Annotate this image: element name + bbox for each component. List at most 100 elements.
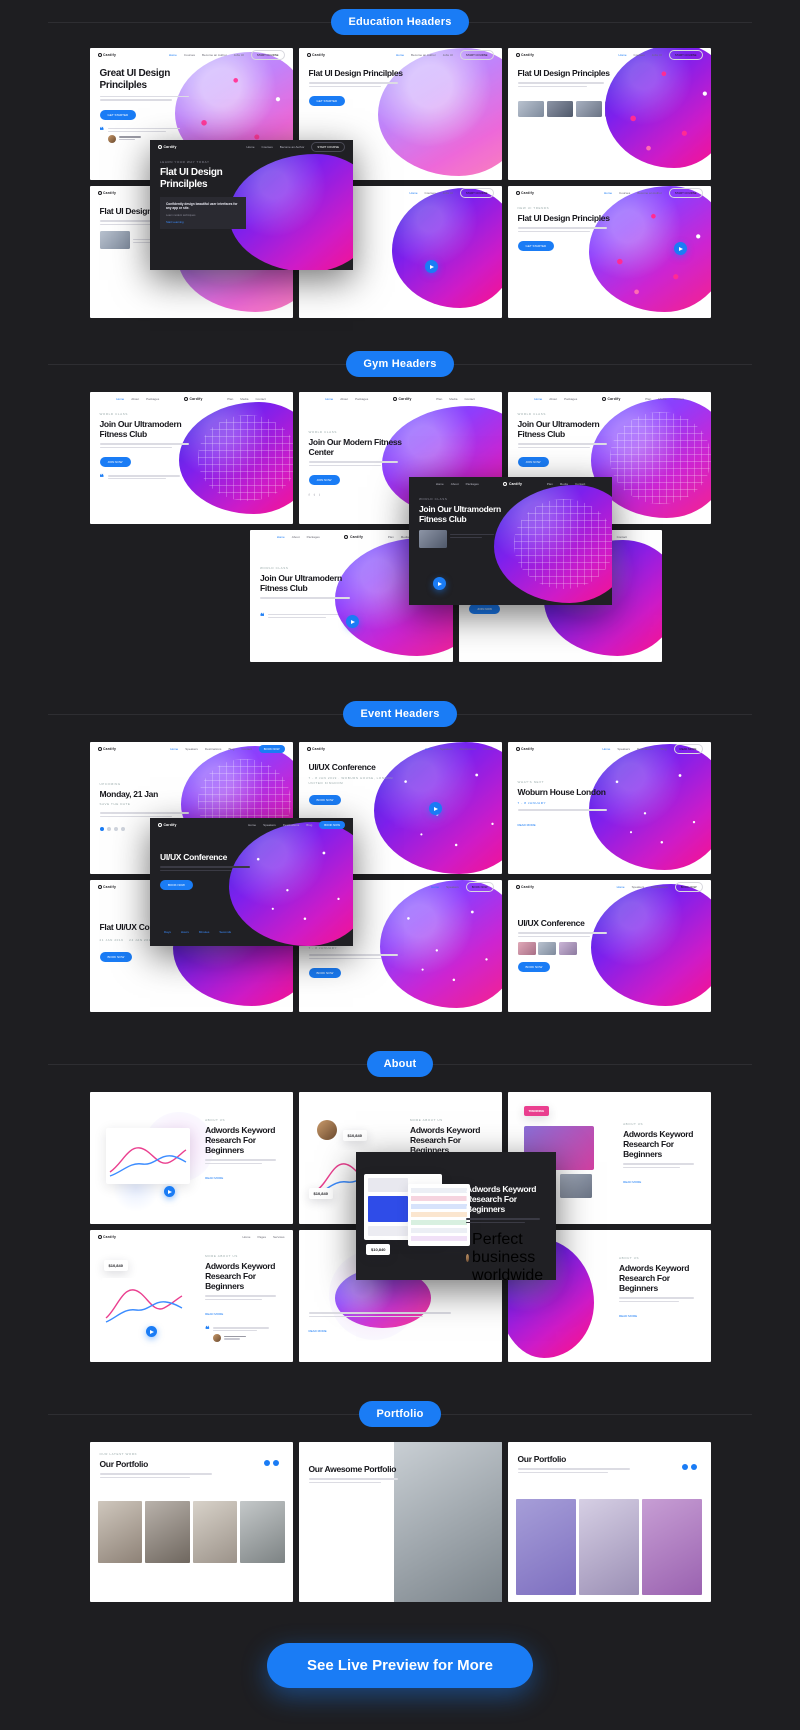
carousel-dot[interactable] [272,1460,279,1466]
video-play-button[interactable] [433,577,446,590]
nav-link[interactable]: Media [449,397,457,401]
nav-link[interactable]: Services [273,1235,285,1239]
nav-link[interactable]: Home [242,1235,250,1239]
nav-link[interactable]: About [292,535,300,539]
nav-link[interactable]: Contact [483,747,493,751]
card-portfolio-3[interactable]: Our Portfolio [507,1442,711,1602]
nav-link[interactable]: Become an Author [280,145,305,149]
nav-link[interactable]: Contact [464,397,474,401]
carousel-dot[interactable] [263,1460,270,1466]
nav-link[interactable]: Home [602,747,610,751]
nav-cta-button[interactable]: BOOK NOW [258,745,285,753]
nav-link[interactable]: Home [425,747,433,751]
nav-link[interactable]: Home [410,191,418,195]
nav-link[interactable]: Speakers [185,747,198,751]
card-cta-button[interactable]: READ MORE [205,1309,231,1319]
nav-cta-button[interactable]: START COURSE [250,50,285,60]
nav-link[interactable]: Home [170,747,178,751]
card-cta-button[interactable]: READ MORE [619,1311,645,1321]
nav-cta-button[interactable]: START COURSE [459,50,494,60]
portfolio-item[interactable] [97,1501,142,1563]
card-cta-button[interactable]: JOIN NOW [99,457,131,468]
nav-link[interactable]: Home [116,397,124,401]
card-cta-button[interactable]: BOOK NOW [308,795,342,806]
card-event-6[interactable]: Cardify Home Speakers Destinations BOOK … [507,880,711,1012]
nav-link[interactable]: Media [240,397,248,401]
nav-link[interactable]: About [131,397,139,401]
nav-cta-button[interactable]: BOOK NOW [674,882,703,892]
nav-link[interactable]: Become an Author [411,53,436,57]
video-play-button[interactable] [346,615,359,628]
nav-link[interactable]: Packages [146,397,159,401]
nav-cta-button[interactable]: START COURSE [668,188,703,198]
nav-link[interactable]: Home [431,885,439,889]
nav-link[interactable]: Home [325,397,333,401]
nav-link[interactable]: Courses [262,145,273,149]
nav-cta-button[interactable]: BOOK NOW [319,821,345,829]
nav-link[interactable]: Contact [241,747,251,751]
card-education-6[interactable]: Cardify Home Courses Become an Author ST… [507,186,711,318]
nav-link[interactable]: Contact [255,397,265,401]
nav-link[interactable]: Home [436,482,444,486]
nav-link[interactable]: Courses [425,191,436,195]
carousel-dots[interactable] [263,1460,279,1466]
nav-link[interactable]: Plan [547,482,553,486]
nav-link[interactable]: Courses [634,53,645,57]
nav-link[interactable]: Packages [355,397,368,401]
thumbnail[interactable] [419,530,447,549]
nav-link[interactable]: Home [247,145,255,149]
instagram-icon[interactable]: i [319,492,320,497]
nav-link[interactable]: About [451,482,459,486]
carousel-dot[interactable] [690,1464,697,1470]
nav-link[interactable]: Packages [307,535,320,539]
thumbnail[interactable] [517,942,536,956]
card-portfolio-2[interactable]: Our Awesome Portfolio [298,1442,502,1602]
card-about-4[interactable]: Cardify Home Pages Services MORE ABOUT U… [89,1230,293,1362]
portfolio-item[interactable] [192,1501,237,1563]
card-event-3[interactable]: Cardify Home Speakers Destinations Blog … [507,742,711,874]
facebook-icon[interactable]: f [309,492,310,497]
nav-link[interactable]: Home [396,53,404,57]
thumbnail[interactable] [99,231,130,250]
video-play-button[interactable] [673,242,687,255]
nav-link[interactable]: Speakers [617,747,630,751]
twitter-icon[interactable]: t [314,492,315,497]
carousel-dots[interactable] [681,1464,697,1470]
nav-link[interactable]: Destinations [651,885,668,889]
nav-link[interactable]: Destinations [283,823,300,827]
nav-link[interactable]: Media [560,482,568,486]
section-badge-gym[interactable]: Gym Headers [346,351,454,377]
nav-link[interactable]: About [340,397,348,401]
card-about-1[interactable]: ABOUT US Adwords Keyword Research For Be… [89,1092,293,1224]
card-gym-1[interactable]: Home About Packages Cardify Plan Media C… [89,392,293,524]
nav-link[interactable]: Home [617,885,625,889]
chart-marker[interactable] [163,1186,175,1197]
nav-link[interactable]: Plan [388,535,394,539]
nav-link[interactable]: Blog [306,823,312,827]
nav-link[interactable]: Destinations [637,747,654,751]
nav-link[interactable]: Plan [436,397,442,401]
card-cta-button[interactable]: READ MORE [205,1173,231,1183]
nav-link[interactable]: Blog [661,747,667,751]
nav-link[interactable]: Packages [564,397,577,401]
nav-cta-button[interactable]: READ MORE [673,744,703,754]
section-badge-about[interactable]: About [366,1051,434,1077]
thumbnail[interactable] [558,942,577,956]
nav-link[interactable]: Media [658,397,666,401]
video-play-button[interactable] [424,260,438,273]
card-cta-button[interactable]: JOIN NOW [308,475,340,486]
panel-link[interactable]: Start Learning [166,220,240,224]
card-cta-button[interactable]: JOIN NOW [469,604,500,615]
card-cta-button[interactable]: READ MORE [518,820,544,830]
panel-link[interactable]: Perfect business worldwide [472,1231,546,1280]
thumbnail[interactable] [538,942,556,956]
nav-link[interactable]: Jobs UI [652,53,662,57]
card-cta-button[interactable]: GET STARTED [517,241,555,252]
nav-cta-button[interactable]: START COURSE [311,142,345,152]
nav-link[interactable]: Packages [466,482,479,486]
nav-link[interactable]: Speakers [446,885,459,889]
card-cta-button[interactable]: BOOK NOW [99,952,133,963]
card-cta-button[interactable]: BOOK NOW [160,880,193,891]
carousel-dot[interactable] [681,1464,688,1470]
nav-link[interactable]: Home [604,191,612,195]
